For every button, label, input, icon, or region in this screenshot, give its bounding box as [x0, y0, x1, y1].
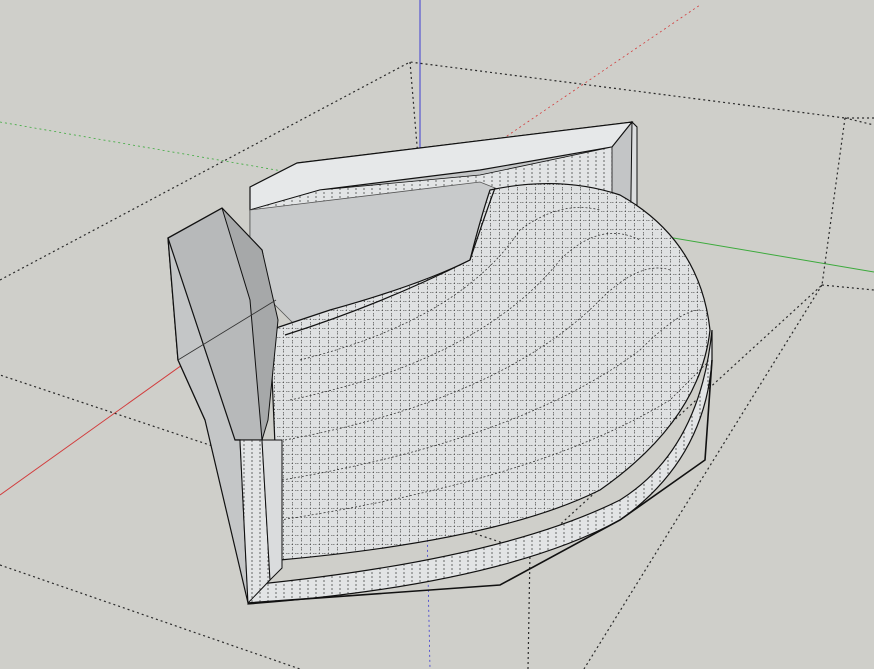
left-end-wall[interactable]	[167, 207, 283, 605]
scene-canvas[interactable]	[0, 0, 874, 669]
sketchup-3d-viewport[interactable]	[0, 0, 874, 669]
